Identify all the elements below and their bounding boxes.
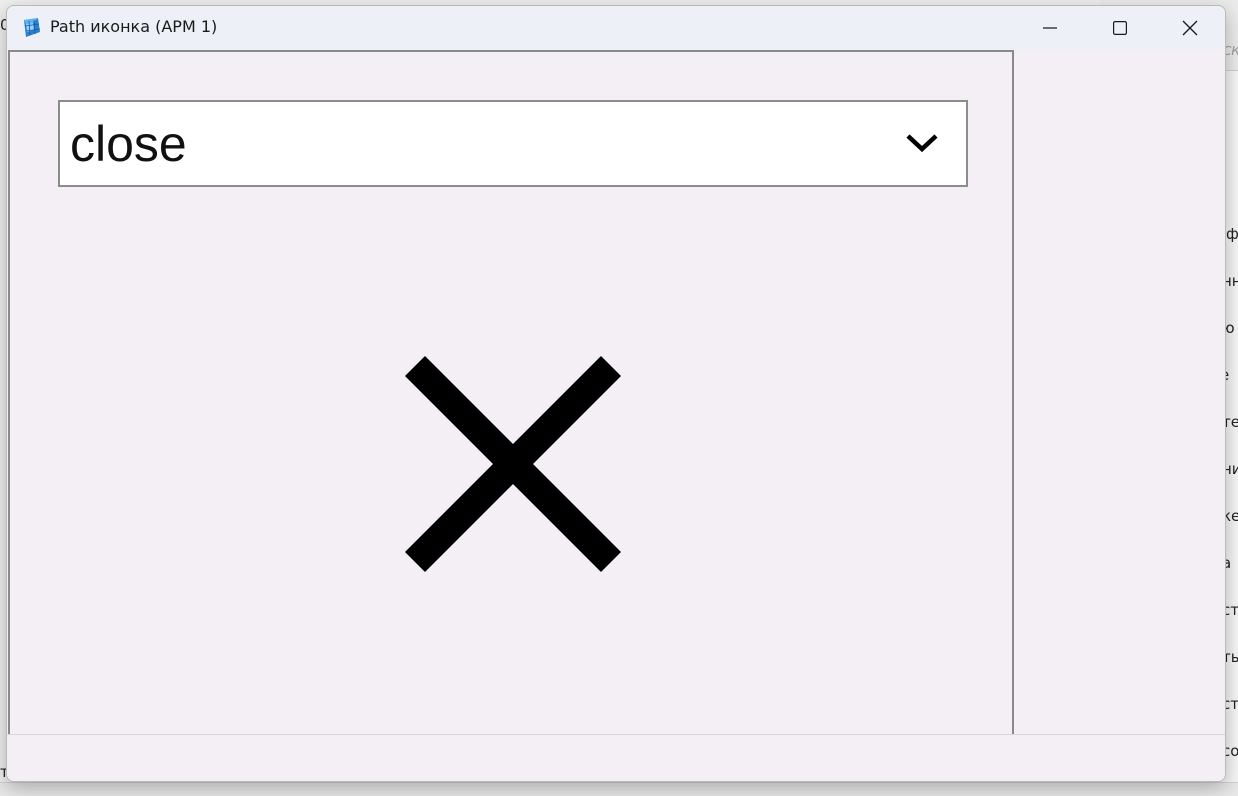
chevron-down-icon[interactable] [902,128,942,158]
icon-selector-dropdown[interactable]: close [58,100,968,187]
maximize-icon [1113,21,1127,35]
window-close-button[interactable] [1155,6,1225,50]
title-bar[interactable]: Path иконка (АРМ 1) [7,6,1225,50]
window-status-strip [7,734,1225,781]
minimize-button[interactable] [1015,6,1085,50]
path-icon-window: Path иконка (АРМ 1) close [6,5,1226,782]
close-icon [405,356,621,572]
minimize-icon [1043,27,1057,29]
close-icon [1182,20,1198,36]
window-title: Path иконка (АРМ 1) [50,17,218,36]
selected-icon-name: close [70,116,187,172]
background-bottom-bar [0,782,1238,796]
background-text-fragment: ф [1226,225,1238,243]
app-cube-icon [24,18,41,37]
icon-preview-panel: close [8,50,1014,736]
maximize-button[interactable] [1085,6,1155,50]
